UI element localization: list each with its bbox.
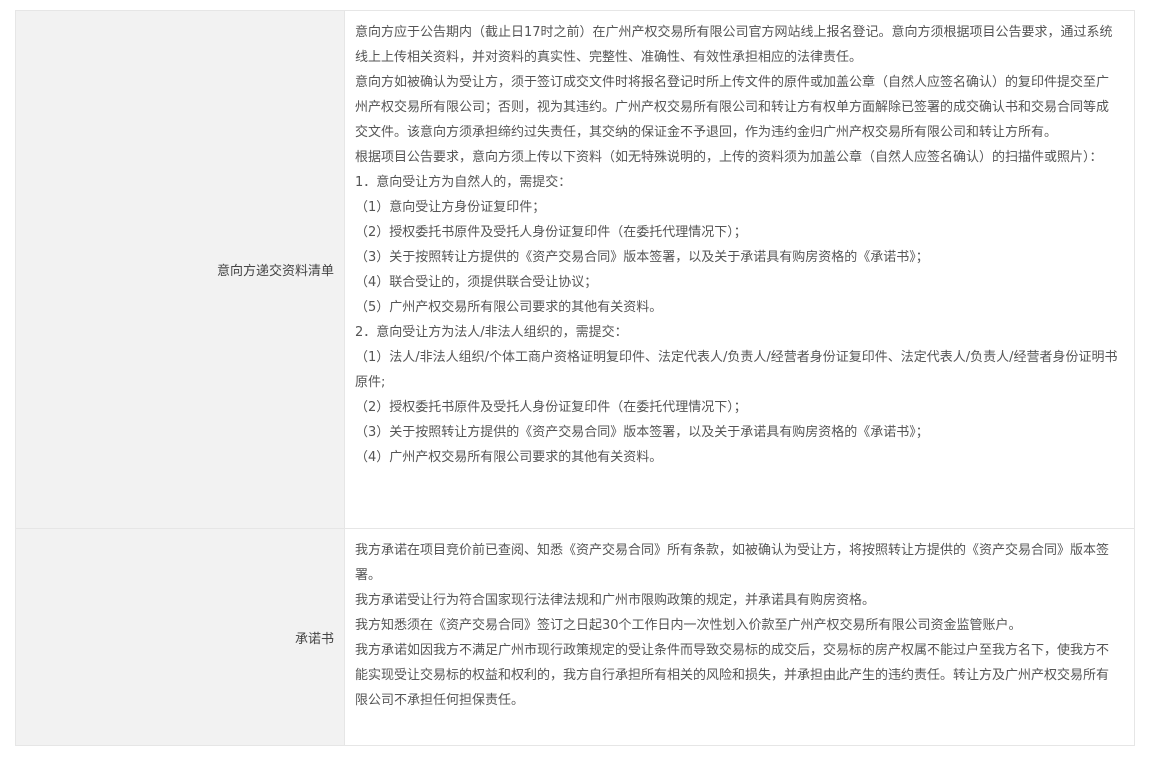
list-item: （4）联合受让的，须提供联合受让协议； (355, 275, 598, 290)
paragraph: 我方知悉须在《资产交易合同》签订之日起30个工作日内一次性划入价款至广州产权交易… (355, 618, 1022, 633)
list-item: （2）授权委托书原件及受托人身份证复印件（在委托代理情况下）； (355, 225, 747, 240)
list-item: （4）广州产权交易所有限公司要求的其他有关资料。 (355, 450, 663, 465)
list-item: （5）广州产权交易所有限公司要求的其他有关资料。 (355, 300, 663, 315)
list-heading: 1．意向受让方为自然人的，需提交： (355, 175, 572, 190)
row-label-commitment-letter: 承诺书 (16, 529, 345, 745)
paragraph: 我方承诺在项目竞价前已查阅、知悉《资产交易合同》所有条款，如被确认为受让方，将按… (355, 543, 1110, 583)
row-content-commitment-letter: 我方承诺在项目竞价前已查阅、知悉《资产交易合同》所有条款，如被确认为受让方，将按… (345, 529, 1134, 745)
table-row-submission-materials: 意向方递交资料清单 意向方应于公告期内（截止日17时之前）在广州产权交易所有限公… (16, 11, 1134, 529)
list-item: （3）关于按照转让方提供的《资产交易合同》版本签署，以及关于承诺具有购房资格的《… (355, 250, 929, 265)
list-item: （2）授权委托书原件及受托人身份证复印件（在委托代理情况下）； (355, 400, 747, 415)
row-label-submission-materials: 意向方递交资料清单 (16, 11, 345, 528)
list-item: （1）意向受让方身份证复印件； (355, 200, 546, 215)
list-item: （1）法人/非法人组织/个体工商户资格证明复印件、法定代表人/负责人/经营者身份… (355, 350, 1118, 390)
paragraph: 意向方应于公告期内（截止日17时之前）在广州产权交易所有限公司官方网站线上报名登… (355, 25, 1113, 65)
row-content-submission-materials: 意向方应于公告期内（截止日17时之前）在广州产权交易所有限公司官方网站线上报名登… (345, 11, 1134, 528)
table-row-commitment-letter: 承诺书 我方承诺在项目竞价前已查阅、知悉《资产交易合同》所有条款，如被确认为受让… (16, 529, 1134, 745)
paragraph: 我方承诺受让行为符合国家现行法律法规和广州市限购政策的规定，并承诺具有购房资格。 (355, 593, 876, 608)
list-heading: 2．意向受让方为法人/非法人组织的，需提交： (355, 325, 628, 340)
list-item: （3）关于按照转让方提供的《资产交易合同》版本签署，以及关于承诺具有购房资格的《… (355, 425, 929, 440)
paragraph: 我方承诺如因我方不满足广州市现行政策规定的受让条件而导致交易标的成交后，交易标的… (355, 643, 1110, 708)
paragraph: 意向方如被确认为受让方，须于签订成交文件时将报名登记时所上传文件的原件或加盖公章… (355, 75, 1110, 140)
paragraph: 根据项目公告要求，意向方须上传以下资料（如无特殊说明的，上传的资料须为加盖公章（… (355, 150, 1103, 165)
info-table: 意向方递交资料清单 意向方应于公告期内（截止日17时之前）在广州产权交易所有限公… (15, 10, 1135, 746)
